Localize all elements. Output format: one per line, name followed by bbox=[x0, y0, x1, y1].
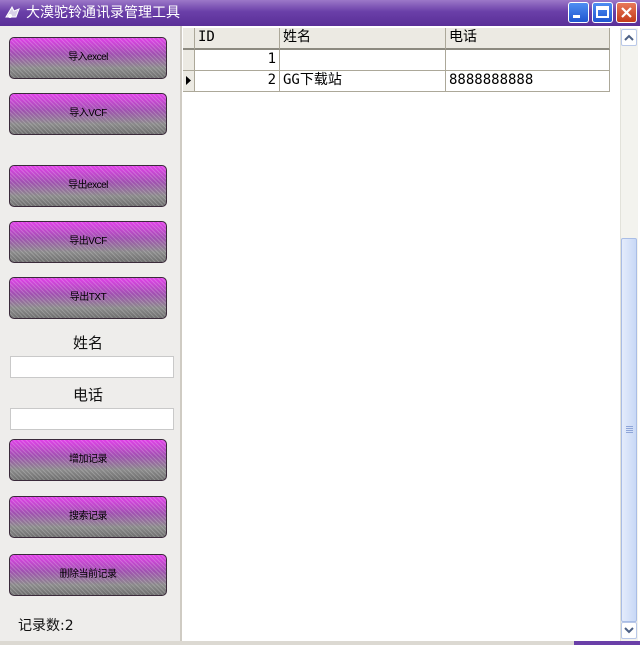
search-record-button[interactable]: 搜索记录 bbox=[9, 496, 167, 538]
column-header-name[interactable]: 姓名 bbox=[280, 28, 446, 50]
name-input[interactable] bbox=[10, 356, 174, 378]
window-bottom-frame bbox=[0, 641, 640, 645]
name-label: 姓名 bbox=[72, 334, 103, 352]
add-record-button[interactable]: 增加记录 bbox=[9, 439, 167, 481]
cell-name[interactable]: GG下载站 bbox=[280, 71, 446, 92]
scroll-thumb[interactable] bbox=[621, 238, 637, 622]
maximize-button[interactable] bbox=[592, 2, 613, 23]
column-header-phone[interactable]: 电话 bbox=[446, 28, 610, 50]
scroll-up-button[interactable] bbox=[621, 29, 637, 46]
vertical-scrollbar[interactable] bbox=[620, 28, 638, 641]
scroll-down-button[interactable] bbox=[621, 622, 637, 639]
delete-record-button[interactable]: 删除当前记录 bbox=[9, 554, 167, 596]
cell-phone[interactable] bbox=[446, 50, 610, 71]
row-pointer-icon bbox=[186, 76, 191, 85]
close-button[interactable] bbox=[616, 2, 637, 23]
minimize-button[interactable] bbox=[568, 2, 589, 23]
import-excel-button[interactable]: 导入excel bbox=[9, 37, 167, 79]
scroll-down-icon bbox=[624, 627, 634, 634]
export-txt-button[interactable]: 导出TXT bbox=[9, 277, 167, 319]
row-header-corner bbox=[183, 28, 195, 50]
maximize-icon bbox=[596, 6, 609, 18]
cell-name[interactable] bbox=[280, 50, 446, 71]
app-icon bbox=[5, 5, 20, 18]
left-panel: 导入excel 导入VCF 导出excel 导出VCF 导出TXT 姓名 电话 … bbox=[0, 26, 180, 641]
cell-id[interactable]: 2 bbox=[195, 71, 280, 92]
window-title: 大漠驼铃通讯录管理工具 bbox=[26, 5, 180, 21]
title-bar: 大漠驼铃通讯录管理工具 bbox=[0, 0, 640, 26]
cell-id[interactable]: 1 bbox=[195, 50, 280, 71]
row-header[interactable] bbox=[183, 50, 195, 71]
scroll-up-icon bbox=[624, 34, 634, 41]
cell-phone[interactable]: 8888888888 bbox=[446, 71, 610, 92]
record-count: 记录数:2 bbox=[18, 618, 74, 634]
records-table[interactable]: ID 姓名 电话 1 2 GG下载站 8888888888 bbox=[183, 28, 620, 641]
phone-label: 电话 bbox=[72, 386, 103, 404]
close-icon bbox=[621, 7, 632, 18]
export-excel-button[interactable]: 导出excel bbox=[9, 165, 167, 207]
import-vcf-button[interactable]: 导入VCF bbox=[9, 93, 167, 135]
minimize-icon bbox=[573, 15, 580, 18]
phone-input[interactable] bbox=[10, 408, 174, 430]
row-header-current[interactable] bbox=[183, 71, 195, 92]
export-vcf-button[interactable]: 导出VCF bbox=[9, 221, 167, 263]
window-corner-strip bbox=[574, 641, 640, 645]
column-header-id[interactable]: ID bbox=[195, 28, 280, 50]
